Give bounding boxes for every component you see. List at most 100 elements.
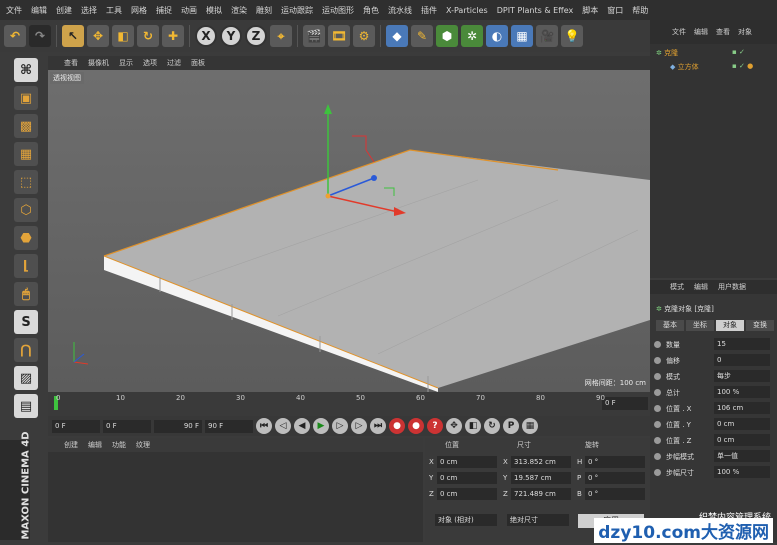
menu-item[interactable]: 流水线 xyxy=(388,5,412,16)
attribute-value-field[interactable]: 100 % xyxy=(714,466,770,478)
menu-item[interactable]: 选择 xyxy=(81,5,97,16)
edge-mode-icon[interactable]: ⬡ xyxy=(14,198,38,222)
menu-item[interactable]: 创建 xyxy=(56,5,72,16)
menu-item[interactable]: 脚本 xyxy=(582,5,598,16)
z-axis-button[interactable]: Z xyxy=(245,25,267,47)
current-frame-field[interactable]: 0 F xyxy=(602,397,648,410)
key-pla-icon[interactable]: ▦ xyxy=(522,418,538,434)
auto-key-icon[interactable]: ● xyxy=(408,418,424,434)
subtab-coord[interactable]: 坐标 xyxy=(686,320,714,331)
object-cube[interactable]: ◆ 立方体 xyxy=(670,62,699,72)
animate-param-icon[interactable] xyxy=(654,405,661,412)
grid-icon[interactable]: ▤ xyxy=(14,394,38,418)
animate-param-icon[interactable] xyxy=(654,453,661,460)
start-frame-field[interactable]: 0 F xyxy=(52,419,100,433)
viewport-menu-item[interactable]: 面板 xyxy=(191,58,205,68)
axis-icon[interactable]: ⌊ xyxy=(14,254,38,278)
subtab-object[interactable]: 对象 xyxy=(716,320,744,331)
attribute-menu-item[interactable]: 编辑 xyxy=(694,282,708,292)
redo-button[interactable]: ↷ xyxy=(29,25,51,47)
render-view-button[interactable]: 🎬 xyxy=(303,25,325,47)
key-position-icon[interactable]: ✥ xyxy=(446,418,462,434)
coord-size-field[interactable]: 19.587 cm xyxy=(511,472,571,484)
coord-rotation-field[interactable]: 0 ° xyxy=(585,472,645,484)
subtab-basic[interactable]: 基本 xyxy=(656,320,684,331)
coord-position-field[interactable]: 0 cm xyxy=(437,456,497,468)
render-picture-viewer-button[interactable]: 🎞 xyxy=(328,25,350,47)
coordinate-system-button[interactable]: ⌖ xyxy=(270,25,292,47)
coord-size-field[interactable]: 313.852 cm xyxy=(511,456,571,468)
light-button[interactable]: 💡 xyxy=(561,25,583,47)
floor-button[interactable]: ▦ xyxy=(511,25,533,47)
coord-rotation-field[interactable]: 0 ° xyxy=(585,456,645,468)
snap-icon[interactable]: S xyxy=(14,310,38,334)
menu-item[interactable]: 雕刻 xyxy=(256,5,272,16)
perspective-viewport[interactable]: 透视视图 网格间距：100 cm xyxy=(48,70,650,392)
animate-param-icon[interactable] xyxy=(654,373,661,380)
object-cloner[interactable]: ✲ 克隆 xyxy=(656,48,678,58)
deformer-button[interactable]: ◐ xyxy=(486,25,508,47)
viewport-menu-item[interactable]: 查看 xyxy=(64,58,78,68)
play-icon[interactable]: ▶ xyxy=(313,418,329,434)
pen-spline-button[interactable]: ✎ xyxy=(411,25,433,47)
workplane-icon[interactable]: ▦ xyxy=(14,142,38,166)
scale-tool-button[interactable]: ◧ xyxy=(112,25,134,47)
object-manager-menu-item[interactable]: 文件 xyxy=(672,27,686,37)
menu-item[interactable]: 编辑 xyxy=(31,5,47,16)
coord-mode-dropdown[interactable]: 对象 (相对) xyxy=(435,514,497,526)
menu-item[interactable]: 网格 xyxy=(131,5,147,16)
menu-item[interactable]: 捕捉 xyxy=(156,5,172,16)
cube-visibility-toggle[interactable]: ▪ ✓ ● xyxy=(732,62,753,70)
x-axis-button[interactable]: X xyxy=(195,25,217,47)
undo-button[interactable]: ↶ xyxy=(4,25,26,47)
key-param-icon[interactable]: P xyxy=(503,418,519,434)
attribute-menu-item[interactable]: 用户数据 xyxy=(718,282,746,292)
keyframe-selection-icon[interactable]: ? xyxy=(427,418,443,434)
menu-item[interactable]: 文件 xyxy=(6,5,22,16)
attribute-value-field[interactable]: 0 cm xyxy=(714,434,770,446)
object-manager-menu-item[interactable]: 查看 xyxy=(716,27,730,37)
menu-item[interactable]: 运动跟踪 xyxy=(281,5,313,16)
timeline[interactable]: 0 F 0 10 20 30 40 50 60 70 80 90 xyxy=(48,392,650,416)
menu-item[interactable]: 运动图形 xyxy=(322,5,354,16)
y-axis-button[interactable]: Y xyxy=(220,25,242,47)
magnet-icon[interactable]: ⋂ xyxy=(14,338,38,362)
menu-item[interactable]: 模拟 xyxy=(206,5,222,16)
animate-param-icon[interactable] xyxy=(654,389,661,396)
coord-size-field[interactable]: 721.489 cm xyxy=(511,488,571,500)
move-tool-button[interactable]: ✥ xyxy=(87,25,109,47)
menu-item[interactable]: 工具 xyxy=(106,5,122,16)
cloner-button[interactable]: ✲ xyxy=(461,25,483,47)
end-frame-field[interactable]: 90 F xyxy=(205,419,253,433)
range-end-field[interactable]: 90 F xyxy=(154,419,202,433)
tweak-icon[interactable]: 🖱 xyxy=(14,282,38,306)
polygon-mode-icon[interactable]: ⬣ xyxy=(14,226,38,250)
material-menu-item[interactable]: 创建 xyxy=(64,440,78,450)
animate-param-icon[interactable] xyxy=(654,469,661,476)
attribute-value-field[interactable]: 每步 xyxy=(714,370,770,382)
key-scale-icon[interactable]: ◧ xyxy=(465,418,481,434)
coord-position-field[interactable]: 0 cm xyxy=(437,472,497,484)
prev-frame-icon[interactable]: ◀ xyxy=(294,418,310,434)
material-menu-item[interactable]: 纹理 xyxy=(136,440,150,450)
coord-position-field[interactable]: 0 cm xyxy=(437,488,497,500)
viewport-menu-item[interactable]: 摄像机 xyxy=(88,58,109,68)
attribute-value-field[interactable]: 100 % xyxy=(714,386,770,398)
attribute-value-field[interactable]: 0 cm xyxy=(714,418,770,430)
menu-item[interactable]: 插件 xyxy=(421,5,437,16)
object-manager-menu-item[interactable]: 对象 xyxy=(738,27,752,37)
texture-mode-icon[interactable]: ▩ xyxy=(14,114,38,138)
next-frame-icon[interactable]: ▷ xyxy=(332,418,348,434)
coord-rotation-field[interactable]: 0 ° xyxy=(585,488,645,500)
menu-item[interactable]: 渲染 xyxy=(231,5,247,16)
subtab-transform[interactable]: 变换 xyxy=(746,320,774,331)
menu-item[interactable]: 角色 xyxy=(363,5,379,16)
next-key-icon[interactable]: ▷ xyxy=(351,418,367,434)
viewport-menu-item[interactable]: 选项 xyxy=(143,58,157,68)
workplane-lock-icon[interactable]: ▨ xyxy=(14,366,38,390)
transform-tool-button[interactable]: ✚ xyxy=(162,25,184,47)
model-mode-icon[interactable]: ⌘ xyxy=(14,58,38,82)
size-mode-dropdown[interactable]: 绝对尺寸 xyxy=(507,514,569,526)
viewport-menu-item[interactable]: 显示 xyxy=(119,58,133,68)
goto-end-icon[interactable]: ⏭ xyxy=(370,418,386,434)
